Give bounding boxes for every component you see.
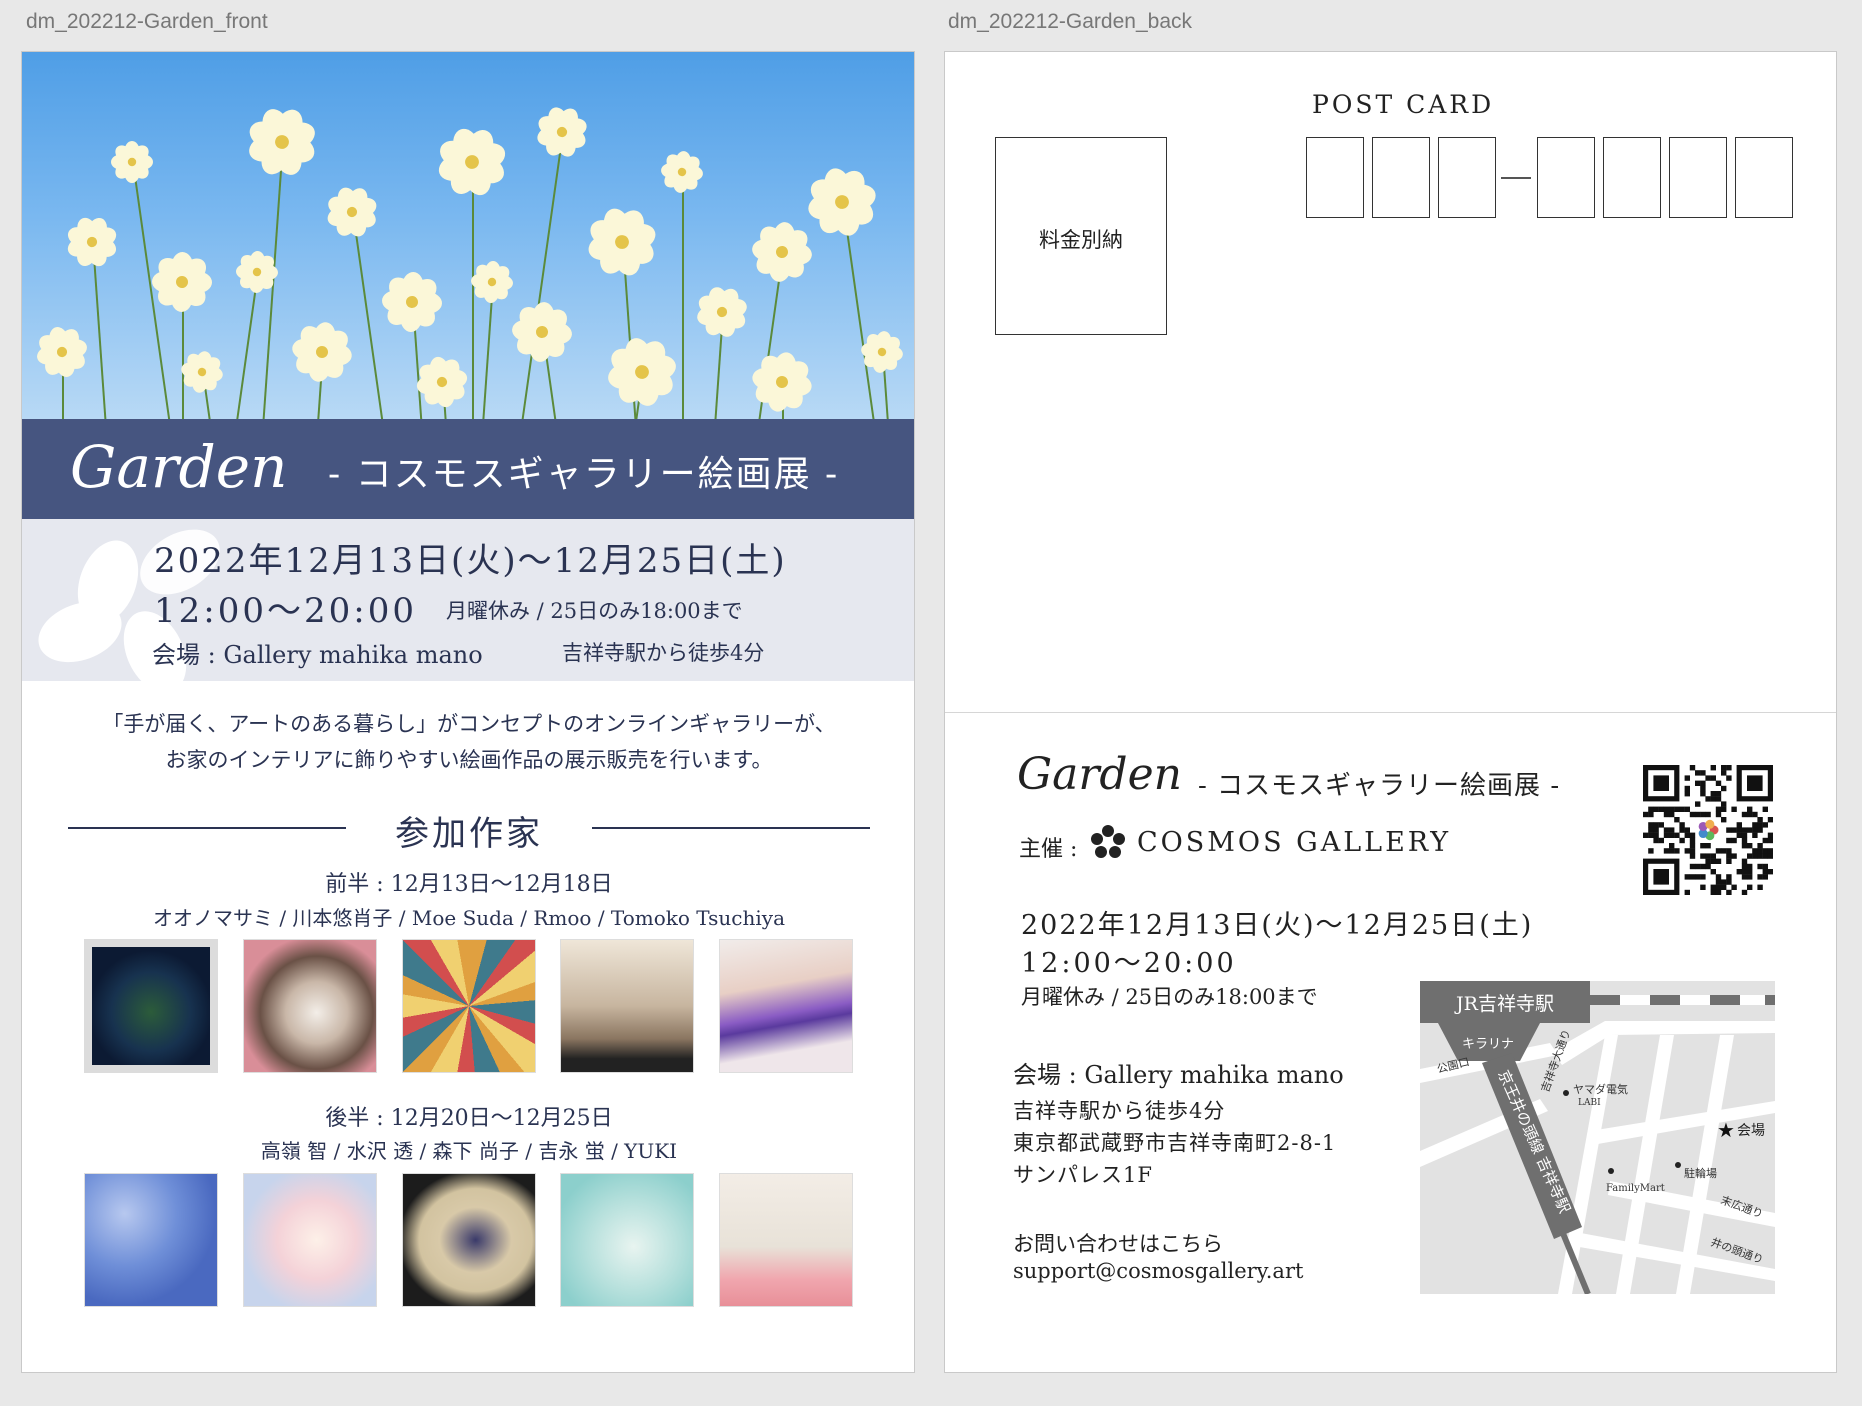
event-date: 2022年12月13日(火)〜12月25日(土) — [1021, 910, 1534, 941]
artwork-thumb[interactable] — [719, 939, 853, 1073]
subtitle: - コスモスギャラリー絵画展 - — [328, 454, 840, 495]
familymart-label: FamilyMart — [1606, 1183, 1665, 1194]
artwork-thumb[interactable] — [243, 1173, 377, 1307]
contact-email[interactable]: support@cosmosgallery.art — [1013, 1259, 1303, 1283]
contact-label: お問い合わせはこちら — [1013, 1232, 1223, 1256]
zip-box — [1372, 137, 1430, 218]
organizer-name: COSMOS GALLERY — [1137, 827, 1452, 858]
artwork-thumb[interactable] — [402, 1173, 536, 1307]
artwork-thumb[interactable] — [560, 939, 694, 1073]
familymart-dot — [1608, 1168, 1614, 1174]
section-artists-heading: 参加作家 — [68, 802, 870, 854]
labi-label: LABI — [1578, 1098, 1601, 1108]
second-half-period: 後半 : 12月20日〜12月25日 — [325, 1106, 613, 1131]
venue-map-label: 会場 — [1737, 1123, 1765, 1139]
event-time: 12:00〜20:00 — [1021, 948, 1237, 979]
yamada-dot — [1563, 1090, 1569, 1096]
venue-star-icon: ★ — [1717, 1118, 1735, 1142]
address-line-2: サンパレス1F — [1013, 1163, 1153, 1187]
qr-code-icon[interactable] — [1643, 765, 1773, 895]
postcard-label: POST CARD — [1312, 90, 1495, 119]
info-band: 2022年12月13日(火)〜12月25日(土) 12:00〜20:00 月曜休… — [22, 519, 914, 681]
artwork-thumb[interactable] — [243, 939, 377, 1073]
zip-box — [1669, 137, 1727, 218]
artwork-thumb[interactable] — [84, 939, 218, 1073]
title-script: Garden — [70, 433, 288, 501]
artwork-thumb[interactable] — [402, 939, 536, 1073]
artwork-thumb[interactable] — [560, 1173, 694, 1307]
postage-box: 料金別納 — [995, 137, 1167, 335]
first-half-artists: オオノマサミ / 川本悠肖子 / Moe Suda / Rmoo / Tomok… — [152, 906, 786, 930]
organizer-label: 主催 : — [1019, 837, 1078, 862]
zip-dash — [1501, 177, 1531, 179]
artwork-thumb[interactable] — [84, 1173, 218, 1307]
postcard-info-side: Garden - コスモスギャラリー絵画展 - 主催 : COSMOS GALL… — [945, 713, 1836, 1372]
cosmos-logo-icon — [1091, 825, 1125, 859]
station-label: JR吉祥寺駅 — [1454, 993, 1554, 1015]
address-line-1: 東京都武蔵野市吉祥寺南町2-8-1 — [1013, 1131, 1337, 1155]
title-script: Garden — [1017, 749, 1182, 800]
zip-box — [1306, 137, 1364, 218]
zip-box — [1603, 137, 1661, 218]
kirarina-label: キラリナ — [1462, 1037, 1514, 1052]
title-band: Garden - コスモスギャラリー絵画展 - — [22, 419, 914, 519]
zip-box — [1438, 137, 1496, 218]
closed-note: 月曜休み / 25日のみ18:00まで — [446, 599, 743, 623]
second-half-artists: 高嶺 智 / 水沢 透 / 森下 尚子 / 吉永 蛍 / YUKI — [260, 1139, 678, 1163]
access: 吉祥寺駅から徒歩4分 — [1013, 1099, 1226, 1123]
hero-photo-cosmos — [22, 52, 914, 419]
subtitle: - コスモスギャラリー絵画展 - — [1198, 771, 1561, 801]
parking-dot — [1675, 1162, 1681, 1168]
artboard-label-front[interactable]: dm_202212-Garden_front — [26, 10, 268, 34]
artboard-label-back[interactable]: dm_202212-Garden_back — [948, 10, 1192, 34]
access-map: JR吉祥寺駅 キラリナ 京王井の頭線 吉祥寺駅 公園口 吉祥寺大通り ヤマダ電気… — [1420, 981, 1775, 1294]
venue: 会場 : Gallery mahika mano — [1013, 1061, 1344, 1089]
event-date: 2022年12月13日(火)〜12月25日(土) — [154, 541, 787, 581]
postcard-address-side: POST CARD 料金別納 — [945, 52, 1836, 713]
closed-note: 月曜休み / 25日のみ18:00まで — [1021, 985, 1318, 1009]
artwork-thumb[interactable] — [719, 1173, 853, 1307]
postage-text: 料金別納 — [1039, 228, 1123, 252]
venue: 会場 : Gallery mahika mano — [152, 641, 483, 669]
parking-label: 駐輪場 — [1684, 1166, 1717, 1180]
yamada-label: ヤマダ電気 — [1573, 1082, 1628, 1096]
event-time: 12:00〜20:00 — [154, 591, 417, 631]
artboard-back[interactable]: POST CARD 料金別納 Garden - コスモスギャラリー絵画展 - 主… — [944, 51, 1837, 1373]
access: 吉祥寺駅から徒歩4分 — [562, 641, 765, 665]
section-title: 参加作家 — [395, 814, 543, 854]
artboard-front[interactable]: Garden - コスモスギャラリー絵画展 - 2022年12月13日(火)〜1… — [21, 51, 915, 1373]
first-half-period: 前半 : 12月13日〜12月18日 — [325, 872, 613, 897]
concept-line-2: お家のインテリアに飾りやすい絵画作品の展示販売を行います。 — [165, 748, 773, 772]
zip-box — [1735, 137, 1793, 218]
concept-line-1: 「手が届く、アートのある暮らし」がコンセプトのオンラインギャラリーが、 — [102, 712, 836, 736]
zip-box — [1537, 137, 1595, 218]
